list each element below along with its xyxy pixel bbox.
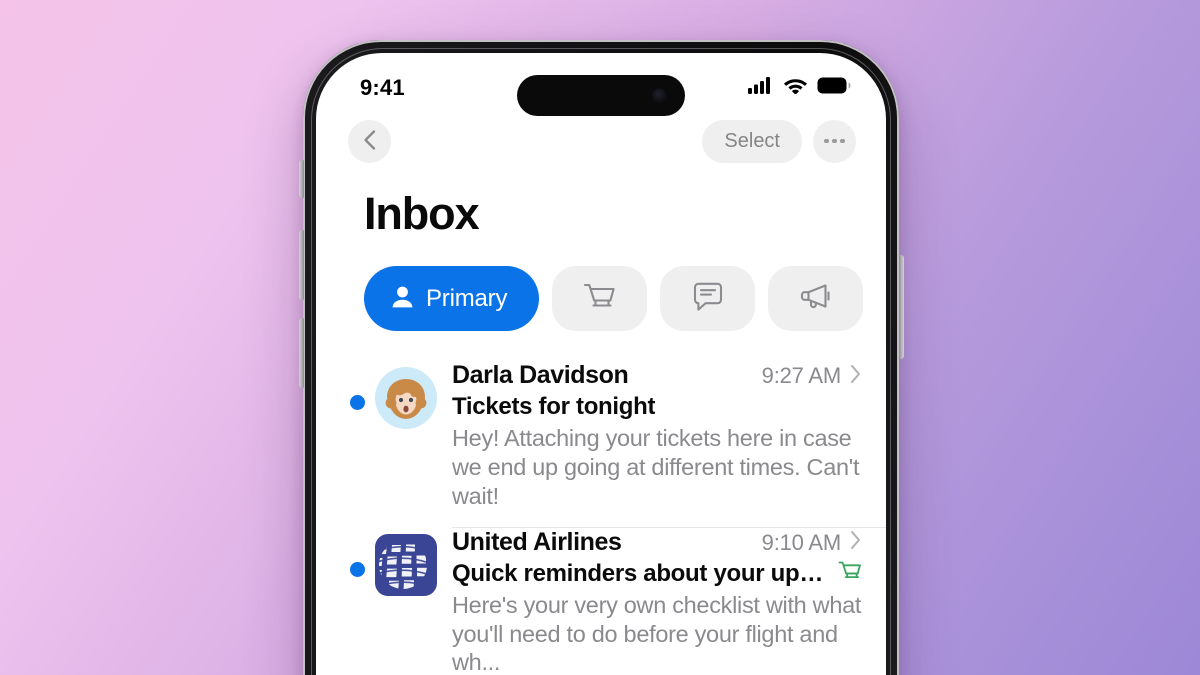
status-bar-time: 9:41: [360, 74, 405, 100]
volume-up-button[interactable]: [298, 230, 304, 300]
dynamic-island: [517, 75, 685, 116]
mail-preview: Here's your very own checklist with what…: [452, 591, 862, 675]
status-bar: 9:41: [316, 53, 886, 116]
mail-time: 9:27 AM: [761, 363, 842, 388]
tab-primary[interactable]: Primary: [364, 266, 540, 331]
cart-icon: [583, 282, 616, 316]
volume-down-button[interactable]: [298, 318, 304, 388]
megaphone-icon: [799, 282, 832, 315]
mailbox-filter-tabs: Primary: [316, 240, 886, 331]
avatar: [375, 367, 437, 429]
cellular-signal-icon: [748, 76, 774, 99]
tab-promotions[interactable]: [552, 266, 648, 331]
more-options-button[interactable]: [813, 119, 856, 163]
memoji-avatar: [375, 367, 437, 429]
mail-sender: Darla Davidson: [452, 361, 629, 389]
chevron-right-icon: [850, 530, 862, 555]
mail-list: Darla Davidson 9:27 AM Tickets for tonig…: [316, 331, 886, 675]
unread-indicator-dot: [350, 395, 365, 410]
tab-social[interactable]: [660, 266, 756, 331]
iphone-device-frame: 9:41 Select Inbox Primary Darla Davidson…: [298, 40, 904, 675]
chevron-right-icon: [850, 364, 862, 389]
phone-screen: 9:41 Select Inbox Primary Darla Davidson…: [316, 53, 886, 675]
unread-indicator-dot: [350, 561, 365, 577]
navigation-bar: Select: [316, 110, 886, 172]
power-side-button[interactable]: [898, 255, 904, 359]
mail-list-item[interactable]: United Airlines 9:10 AM Quick reminders …: [316, 528, 886, 675]
status-bar-icons: [748, 64, 851, 99]
tab-updates[interactable]: [768, 266, 864, 331]
chat-bubble-icon: [692, 282, 724, 315]
battery-icon: [817, 77, 851, 99]
ellipsis-icon: [824, 138, 845, 144]
mail-time: 9:10 AM: [761, 529, 842, 555]
front-camera-icon: [652, 88, 667, 103]
wifi-icon: [783, 76, 808, 99]
mail-subject: Quick reminders about your upcoming...: [452, 559, 830, 587]
page-title: Inbox: [364, 188, 480, 239]
mail-subject: Tickets for tonight: [452, 393, 656, 420]
mail-preview: Hey! Attaching your tickets here in case…: [452, 425, 860, 509]
tab-primary-label: Primary: [426, 284, 508, 312]
avatar: [375, 533, 437, 596]
chevron-left-icon: [362, 129, 378, 154]
mute-switch-button[interactable]: [298, 160, 304, 198]
mail-list-item[interactable]: Darla Davidson 9:27 AM Tickets for tonig…: [316, 361, 886, 528]
person-icon: [391, 285, 414, 312]
cart-badge-icon: [838, 560, 862, 587]
mail-sender: United Airlines: [452, 527, 622, 556]
united-airlines-logo: [375, 533, 437, 596]
select-button[interactable]: Select: [702, 119, 802, 163]
back-button[interactable]: [348, 119, 391, 163]
